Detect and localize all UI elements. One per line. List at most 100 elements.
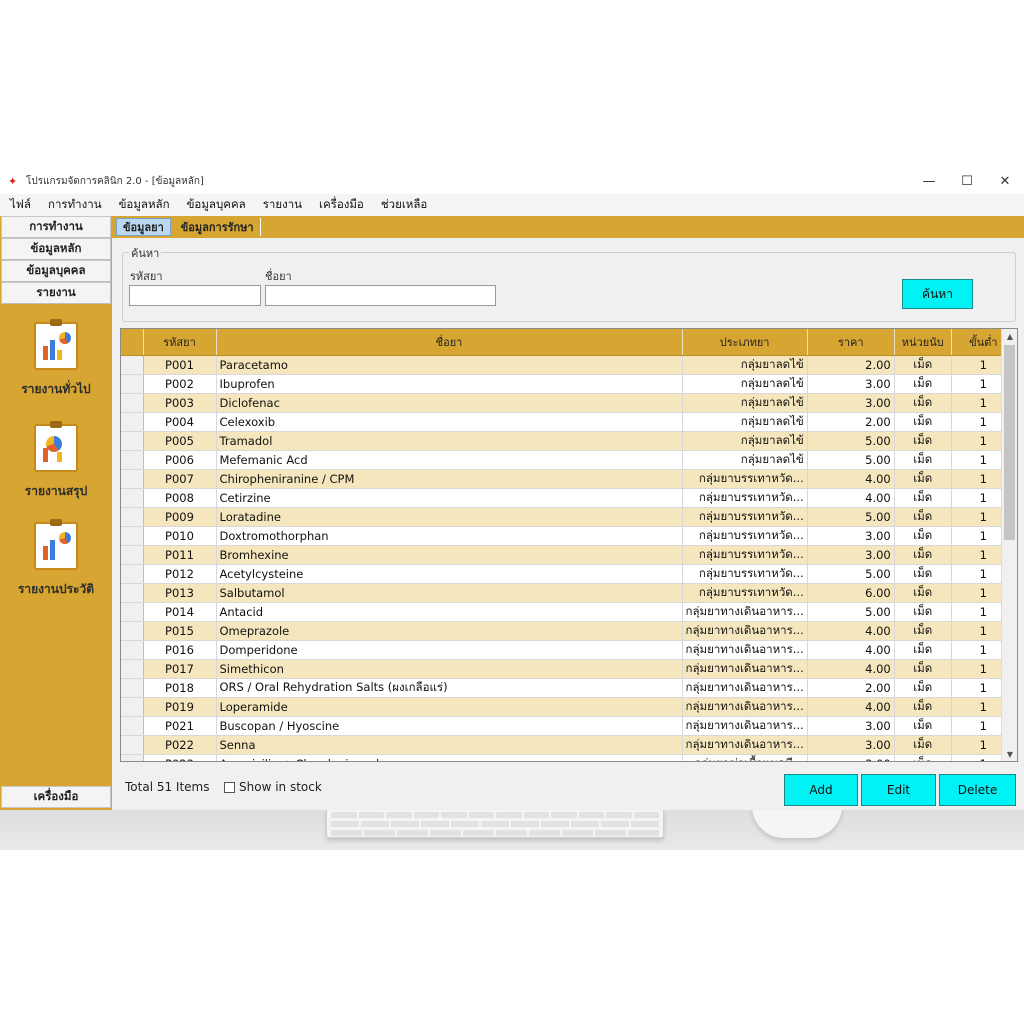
cell-price: 5.00 bbox=[807, 564, 895, 584]
table-row[interactable]: P013 Salbutamol กลุ่มยาบรรเทาหวัด... 6.00 เม… bbox=[121, 583, 1016, 603]
table-row[interactable]: P019 Loperamide กลุ่มยาทางเดินอาหาร... 4.00… bbox=[121, 697, 1016, 717]
menu-operations[interactable]: การทำงาน bbox=[48, 196, 102, 214]
cell-category: กลุ่มยาบรรเทาหวัด... bbox=[682, 507, 808, 527]
cell-code: P008 bbox=[143, 488, 217, 508]
close-button[interactable]: ✕ bbox=[986, 168, 1024, 194]
edit-button[interactable]: Edit bbox=[861, 774, 936, 806]
name-search-input[interactable] bbox=[265, 285, 496, 306]
column-header-category[interactable]: ประเภทยา bbox=[682, 329, 808, 356]
table-row[interactable]: P010 Doxtromothorphan กลุ่มยาบรรเทาหวัด...… bbox=[121, 526, 1016, 546]
row-selector[interactable] bbox=[121, 374, 144, 394]
code-search-input[interactable] bbox=[129, 285, 261, 306]
minimize-button[interactable]: — bbox=[910, 168, 948, 194]
scroll-thumb[interactable] bbox=[1004, 345, 1015, 540]
menu-bar: ไฟล์ การทำงาน ข้อมูลหลัก ข้อมูลบุคคล ราย… bbox=[0, 194, 1024, 216]
cell-unit: เม็ด bbox=[894, 716, 952, 736]
table-row[interactable]: P007 Chiropheniranine / CPM กลุ่มยาบรรเทาห… bbox=[121, 469, 1016, 489]
cell-unit: เม็ด bbox=[894, 431, 952, 451]
row-selector[interactable] bbox=[121, 621, 144, 641]
menu-file[interactable]: ไฟล์ bbox=[10, 196, 31, 214]
menu-personal-data[interactable]: ข้อมูลบุคคล bbox=[187, 196, 246, 214]
row-selector[interactable] bbox=[121, 355, 144, 375]
sidebar-tab-reports[interactable]: รายงาน bbox=[1, 282, 111, 304]
delete-button[interactable]: Delete bbox=[939, 774, 1016, 806]
table-row[interactable]: P021 Buscopan / Hyoscine กลุ่มยาทางเดินอาห… bbox=[121, 716, 1016, 736]
row-selector[interactable] bbox=[121, 640, 144, 660]
cell-code: P015 bbox=[143, 621, 217, 641]
background-bottom bbox=[0, 850, 1024, 1024]
row-selector[interactable] bbox=[121, 583, 144, 603]
cell-category: กลุ่มยาบรรเทาหวัด... bbox=[682, 545, 808, 565]
table-row[interactable]: P002 Ibuprofen กลุ่มยาลดไข้ 3.00 เม็ด 1 bbox=[121, 374, 1016, 394]
table-row[interactable]: P005 Tramadol กลุ่มยาลดไข้ 5.00 เม็ด 1 bbox=[121, 431, 1016, 451]
scroll-down-icon[interactable]: ▼ bbox=[1002, 747, 1017, 761]
cell-unit: เม็ด bbox=[894, 621, 952, 641]
row-selector[interactable] bbox=[121, 735, 144, 755]
cell-code: P002 bbox=[143, 374, 217, 394]
tab-drug-data[interactable]: ข้อมูลยา bbox=[116, 218, 171, 236]
row-selector[interactable] bbox=[121, 393, 144, 413]
column-header-unit[interactable]: หน่วยนับ bbox=[894, 329, 952, 356]
row-selector[interactable] bbox=[121, 526, 144, 546]
row-selector[interactable] bbox=[121, 545, 144, 565]
row-selector[interactable] bbox=[121, 716, 144, 736]
add-button[interactable]: Add bbox=[784, 774, 858, 806]
row-selector[interactable] bbox=[121, 659, 144, 679]
table-row[interactable]: P008 Cetirzine กลุ่มยาบรรเทาหวัด... 4.00 เม็… bbox=[121, 488, 1016, 508]
cell-price: 5.00 bbox=[807, 507, 895, 527]
menu-master-data[interactable]: ข้อมูลหลัก bbox=[119, 196, 170, 214]
cell-unit: เม็ด bbox=[894, 507, 952, 527]
table-row[interactable]: P001 Paracetamo กลุ่มยาลดไข้ 2.00 เม็ด 1 bbox=[121, 355, 1016, 375]
sidebar-item-general-report[interactable]: รายงานทั่วไป bbox=[0, 319, 112, 399]
scroll-up-icon[interactable]: ▲ bbox=[1002, 329, 1017, 343]
row-selector[interactable] bbox=[121, 754, 144, 761]
table-row[interactable]: P006 Mefemanic Acd กลุ่มยาลดไข้ 5.00 เม็ด 1 bbox=[121, 450, 1016, 470]
sidebar-tab-personal-data[interactable]: ข้อมูลบุคคล bbox=[1, 260, 111, 282]
menu-reports[interactable]: รายงาน bbox=[263, 196, 302, 214]
cell-unit: เม็ด bbox=[894, 374, 952, 394]
table-row[interactable]: P009 Loratadine กลุ่มยาบรรเทาหวัด... 5.00 เม… bbox=[121, 507, 1016, 527]
table-row[interactable]: P016 Domperidone กลุ่มยาทางเดินอาหาร... 4.0… bbox=[121, 640, 1016, 660]
row-selector[interactable] bbox=[121, 678, 144, 698]
row-selector[interactable] bbox=[121, 412, 144, 432]
table-row[interactable]: P012 Acetylcysteine กลุ่มยาบรรเทาหวัด... 5.… bbox=[121, 564, 1016, 584]
cell-code: P014 bbox=[143, 602, 217, 622]
table-row[interactable]: P004 Celexoxib กลุ่มยาลดไข้ 2.00 เม็ด 1 bbox=[121, 412, 1016, 432]
checkbox-box[interactable] bbox=[224, 781, 235, 793]
sidebar-tab-tools[interactable]: เครื่องมือ bbox=[1, 786, 111, 808]
table-row[interactable]: P015 Omeprazole กลุ่มยาทางเดินอาหาร... 4.00… bbox=[121, 621, 1016, 641]
table-row[interactable]: P018 ORS / Oral Rehydration Salts (ผงเกลื… bbox=[121, 678, 1016, 698]
table-row[interactable]: P014 Antacid กลุ่มยาทางเดินอาหาร... 5.00 เม็… bbox=[121, 602, 1016, 622]
table-row[interactable]: P003 Diclofenac กลุ่มยาลดไข้ 3.00 เม็ด 1 bbox=[121, 393, 1016, 413]
cell-category: กลุ่มยาลดไข้ bbox=[682, 450, 808, 470]
column-header-name[interactable]: ชื่อยา bbox=[216, 329, 683, 356]
row-selector[interactable] bbox=[121, 697, 144, 717]
row-selector[interactable] bbox=[121, 469, 144, 489]
sidebar-item-history-report[interactable]: รายงานประวัติ bbox=[0, 519, 112, 599]
row-selector[interactable] bbox=[121, 450, 144, 470]
table-row[interactable]: P011 Bromhexine กลุ่มยาบรรเทาหวัด... 3.00 เม… bbox=[121, 545, 1016, 565]
cell-unit: เม็ด bbox=[894, 469, 952, 489]
menu-tools[interactable]: เครื่องมือ bbox=[319, 196, 364, 214]
cell-code: P016 bbox=[143, 640, 217, 660]
sidebar-tab-operations[interactable]: การทำงาน bbox=[1, 216, 111, 238]
table-row[interactable]: P017 Simethicon กลุ่มยาทางเดินอาหาร... 4.00… bbox=[121, 659, 1016, 679]
row-selector[interactable] bbox=[121, 507, 144, 527]
row-selector[interactable] bbox=[121, 564, 144, 584]
menu-help[interactable]: ช่วยเหลือ bbox=[381, 196, 427, 214]
sidebar-item-summary-report[interactable]: รายงานสรุป bbox=[0, 421, 112, 501]
column-header-code[interactable]: รหัสยา bbox=[143, 329, 217, 356]
search-button[interactable]: ค้นหา bbox=[902, 279, 973, 309]
cell-code: P006 bbox=[143, 450, 217, 470]
show-in-stock-checkbox[interactable]: Show in stock bbox=[224, 780, 322, 794]
row-selector[interactable] bbox=[121, 602, 144, 622]
maximize-button[interactable]: ☐ bbox=[948, 168, 986, 194]
row-selector[interactable] bbox=[121, 431, 144, 451]
table-row[interactable]: P023Amoxicilin + Clavulanic acdกลุ่มยาฆ่… bbox=[121, 754, 1016, 761]
row-selector[interactable] bbox=[121, 488, 144, 508]
vertical-scrollbar[interactable]: ▲ ▼ bbox=[1001, 329, 1017, 761]
column-header-price[interactable]: ราคา bbox=[807, 329, 895, 356]
table-row[interactable]: P022 Senna กลุ่มยาทางเดินอาหาร... 3.00 เม็ด 1 bbox=[121, 735, 1016, 755]
tab-treatment-data[interactable]: ข้อมูลการรักษา bbox=[175, 218, 261, 236]
sidebar-tab-master-data[interactable]: ข้อมูลหลัก bbox=[1, 238, 111, 260]
